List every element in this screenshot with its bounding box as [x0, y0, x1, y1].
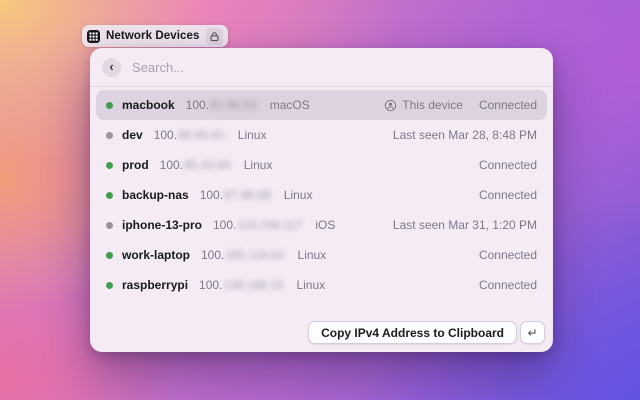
device-ip: 100.185.118.82: [201, 248, 285, 262]
status-dot: [106, 222, 113, 229]
device-row[interactable]: iphone-13-pro 100.118.238.117 iOS Last s…: [96, 210, 547, 240]
device-ip-masked: 118.238.117: [237, 218, 302, 232]
copy-ipv4-button[interactable]: Copy IPv4 Address to Clipboard: [308, 321, 517, 344]
device-ip: 100.138.188.18: [199, 278, 283, 292]
device-os: Linux: [298, 248, 327, 262]
device-row[interactable]: macbook 100.81.88.83 macOS This device C…: [96, 90, 547, 120]
status-dot: [106, 282, 113, 289]
row-accessories: Last seen Mar 31, 1:20 PM: [393, 218, 537, 232]
device-ip-masked: 185.118.82: [225, 248, 284, 262]
device-row[interactable]: raspberrypi 100.138.188.18 Linux Connect…: [96, 270, 547, 300]
device-ip: 100.118.238.117: [213, 218, 302, 232]
device-row[interactable]: dev 100.88.85.81 Linux Last seen Mar 28,…: [96, 120, 547, 150]
device-ip-prefix: 100.: [213, 218, 236, 232]
device-os: Linux: [238, 128, 267, 142]
grid-app-icon: [87, 30, 100, 43]
device-status: Connected: [479, 188, 537, 202]
device-status: Connected: [479, 98, 537, 112]
search-input[interactable]: Search...: [132, 60, 184, 75]
person-circle-icon: [384, 99, 397, 112]
status-dot: [106, 192, 113, 199]
row-accessories: Connected: [479, 278, 537, 292]
device-ip-masked: 81.88.83: [210, 98, 257, 112]
row-accessories: Connected: [479, 248, 537, 262]
device-ip-masked: 88.85.81: [178, 128, 225, 142]
device-ip-masked: 85.43.84: [184, 158, 231, 172]
row-accessories: Connected: [479, 158, 537, 172]
search-bar: ‹ Search...: [90, 48, 553, 87]
command-pill[interactable]: Network Devices: [82, 25, 228, 47]
device-ip: 100.85.43.84: [160, 158, 231, 172]
device-name: work-laptop: [122, 248, 190, 262]
launcher-window: ‹ Search... macbook 100.81.88.83 macOS T…: [90, 48, 553, 352]
device-ip-masked: 87.98.88: [224, 188, 271, 202]
status-dot: [106, 102, 113, 109]
device-row[interactable]: work-laptop 100.185.118.82 Linux Connect…: [96, 240, 547, 270]
status-dot: [106, 132, 113, 139]
back-button[interactable]: ‹: [102, 58, 121, 77]
device-status: Connected: [479, 248, 537, 262]
this-device-accessory: This device: [384, 98, 463, 112]
enter-key-icon[interactable]: ↵: [520, 321, 545, 344]
device-os: macOS: [270, 98, 310, 112]
device-ip: 100.81.88.83: [186, 98, 257, 112]
device-name: iphone-13-pro: [122, 218, 202, 232]
pill-title: Network Devices: [106, 30, 200, 42]
device-ip-prefix: 100.: [160, 158, 183, 172]
device-ip-prefix: 100.: [201, 248, 224, 262]
device-ip: 100.87.98.88: [200, 188, 271, 202]
device-status: Connected: [479, 278, 537, 292]
back-chevron-icon: ‹: [109, 58, 113, 75]
row-accessories: Last seen Mar 28, 8:48 PM: [393, 128, 537, 142]
lock-keycap: [206, 28, 223, 45]
device-status: Last seen Mar 28, 8:48 PM: [393, 128, 537, 142]
device-status: Last seen Mar 31, 1:20 PM: [393, 218, 537, 232]
device-ip-prefix: 100.: [154, 128, 177, 142]
device-name: backup-nas: [122, 188, 189, 202]
device-os: Linux: [284, 188, 313, 202]
device-ip: 100.88.85.81: [154, 128, 225, 142]
device-name: prod: [122, 158, 149, 172]
device-ip-prefix: 100.: [186, 98, 209, 112]
device-list: macbook 100.81.88.83 macOS This device C…: [90, 87, 553, 300]
device-status: Connected: [479, 158, 537, 172]
device-ip-masked: 138.188.18: [223, 278, 283, 292]
status-dot: [106, 252, 113, 259]
device-row[interactable]: backup-nas 100.87.98.88 Linux Connected: [96, 180, 547, 210]
row-accessories: Connected: [479, 188, 537, 202]
status-dot: [106, 162, 113, 169]
footer-action-group: Copy IPv4 Address to Clipboard ↵: [308, 321, 545, 344]
accessory-label: This device: [402, 98, 463, 112]
device-name: dev: [122, 128, 143, 142]
device-name: raspberrypi: [122, 278, 188, 292]
device-os: Linux: [296, 278, 325, 292]
device-os: Linux: [244, 158, 273, 172]
device-os: iOS: [315, 218, 335, 232]
device-row[interactable]: prod 100.85.43.84 Linux Connected: [96, 150, 547, 180]
lock-icon: [209, 31, 220, 42]
device-name: macbook: [122, 98, 175, 112]
row-accessories: This device Connected: [384, 98, 537, 112]
device-ip-prefix: 100.: [200, 188, 223, 202]
device-ip-prefix: 100.: [199, 278, 222, 292]
